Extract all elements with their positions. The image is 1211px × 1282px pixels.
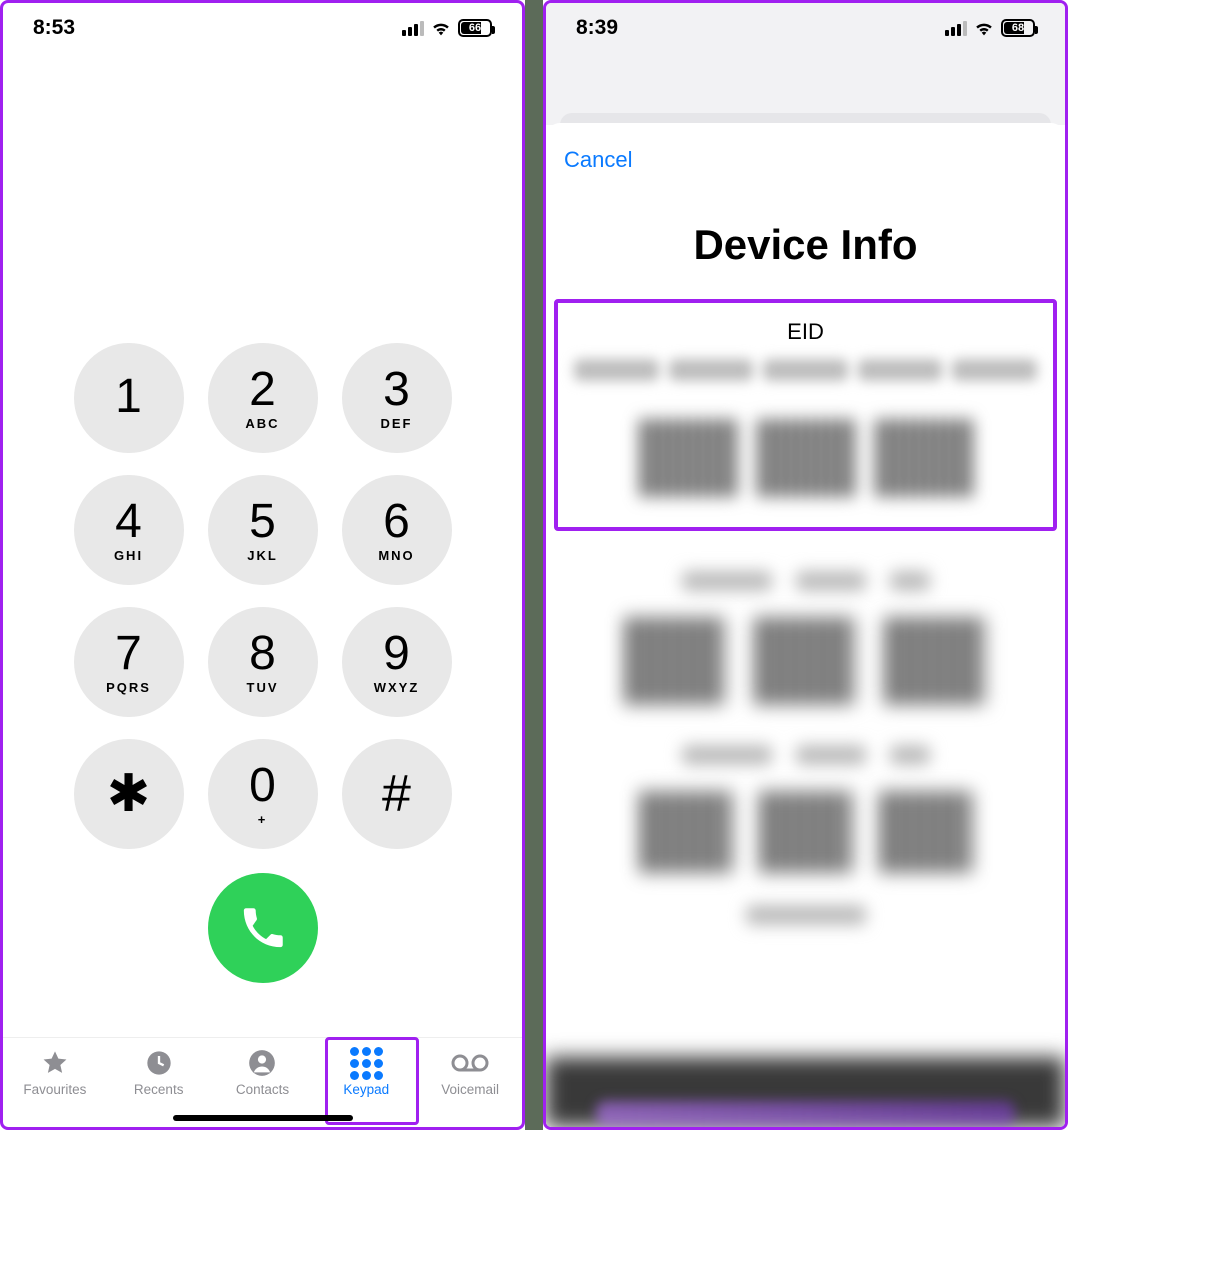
battery-icon: 68 xyxy=(1001,19,1035,37)
call-button[interactable] xyxy=(208,873,318,983)
tab-voicemail[interactable]: Voicemail xyxy=(418,1044,522,1127)
eid-barcode-redacted xyxy=(568,419,1043,497)
cellular-icon xyxy=(945,21,967,36)
status-bar: 8:39 68 xyxy=(546,3,1065,53)
cancel-button[interactable]: Cancel xyxy=(546,141,1065,173)
eid-section: EID xyxy=(554,299,1057,531)
eid-value-redacted xyxy=(568,359,1043,381)
info-section-redacted xyxy=(546,905,1065,925)
voicemail-icon xyxy=(450,1048,490,1078)
battery-icon: 66 xyxy=(458,19,492,37)
phone-icon xyxy=(240,905,286,951)
keypad-area: 1 2ABC 3DEF 4GHI 5JKL 6MNO 7PQRS 8TUV 9W… xyxy=(3,53,522,1037)
info-section-redacted xyxy=(546,745,1065,873)
annotation-highlight-bottom xyxy=(596,1101,1015,1127)
device-info-sheet: Cancel Device Info EID xyxy=(546,123,1065,1127)
status-time: 8:39 xyxy=(576,16,618,40)
tab-label: Favourites xyxy=(23,1082,86,1097)
tab-label: Recents xyxy=(134,1082,184,1097)
tab-label: Keypad xyxy=(343,1082,389,1097)
info-section-redacted xyxy=(546,571,1065,705)
status-right: 66 xyxy=(402,19,492,37)
wifi-icon xyxy=(430,19,452,37)
key-4[interactable]: 4GHI xyxy=(74,475,184,585)
tab-favourites[interactable]: Favourites xyxy=(3,1044,107,1127)
key-5[interactable]: 5JKL xyxy=(208,475,318,585)
status-right: 68 xyxy=(945,19,1035,37)
key-star[interactable]: ✱ xyxy=(74,739,184,849)
clock-icon xyxy=(145,1048,173,1078)
phone-device-info-screen: 8:39 68 Cancel Device Info EID xyxy=(543,0,1068,1130)
key-6[interactable]: 6MNO xyxy=(342,475,452,585)
key-hash[interactable]: # xyxy=(342,739,452,849)
keypad-icon xyxy=(350,1048,383,1078)
tab-label: Contacts xyxy=(236,1082,289,1097)
keypad-grid: 1 2ABC 3DEF 4GHI 5JKL 6MNO 7PQRS 8TUV 9W… xyxy=(74,343,452,849)
tab-bar: Favourites Recents Contacts Keypad Voice… xyxy=(3,1037,522,1127)
key-7[interactable]: 7PQRS xyxy=(74,607,184,717)
wifi-icon xyxy=(973,19,995,37)
home-indicator[interactable] xyxy=(173,1115,353,1121)
person-icon xyxy=(248,1048,276,1078)
page-title: Device Info xyxy=(546,221,1065,269)
status-bar: 8:53 66 xyxy=(3,3,522,53)
star-icon xyxy=(40,1048,70,1078)
status-time: 8:53 xyxy=(33,16,75,40)
key-2[interactable]: 2ABC xyxy=(208,343,318,453)
key-8[interactable]: 8TUV xyxy=(208,607,318,717)
key-1[interactable]: 1 xyxy=(74,343,184,453)
cellular-icon xyxy=(402,21,424,36)
sheet-backdrop xyxy=(546,53,1065,125)
tab-label: Voicemail xyxy=(441,1082,499,1097)
eid-label: EID xyxy=(568,319,1043,345)
key-9[interactable]: 9WXYZ xyxy=(342,607,452,717)
phone-keypad-screen: 8:53 66 1 2ABC 3DEF 4GHI 5JKL 6MNO 7PQRS… xyxy=(0,0,525,1130)
key-3[interactable]: 3DEF xyxy=(342,343,452,453)
key-0[interactable]: 0+ xyxy=(208,739,318,849)
